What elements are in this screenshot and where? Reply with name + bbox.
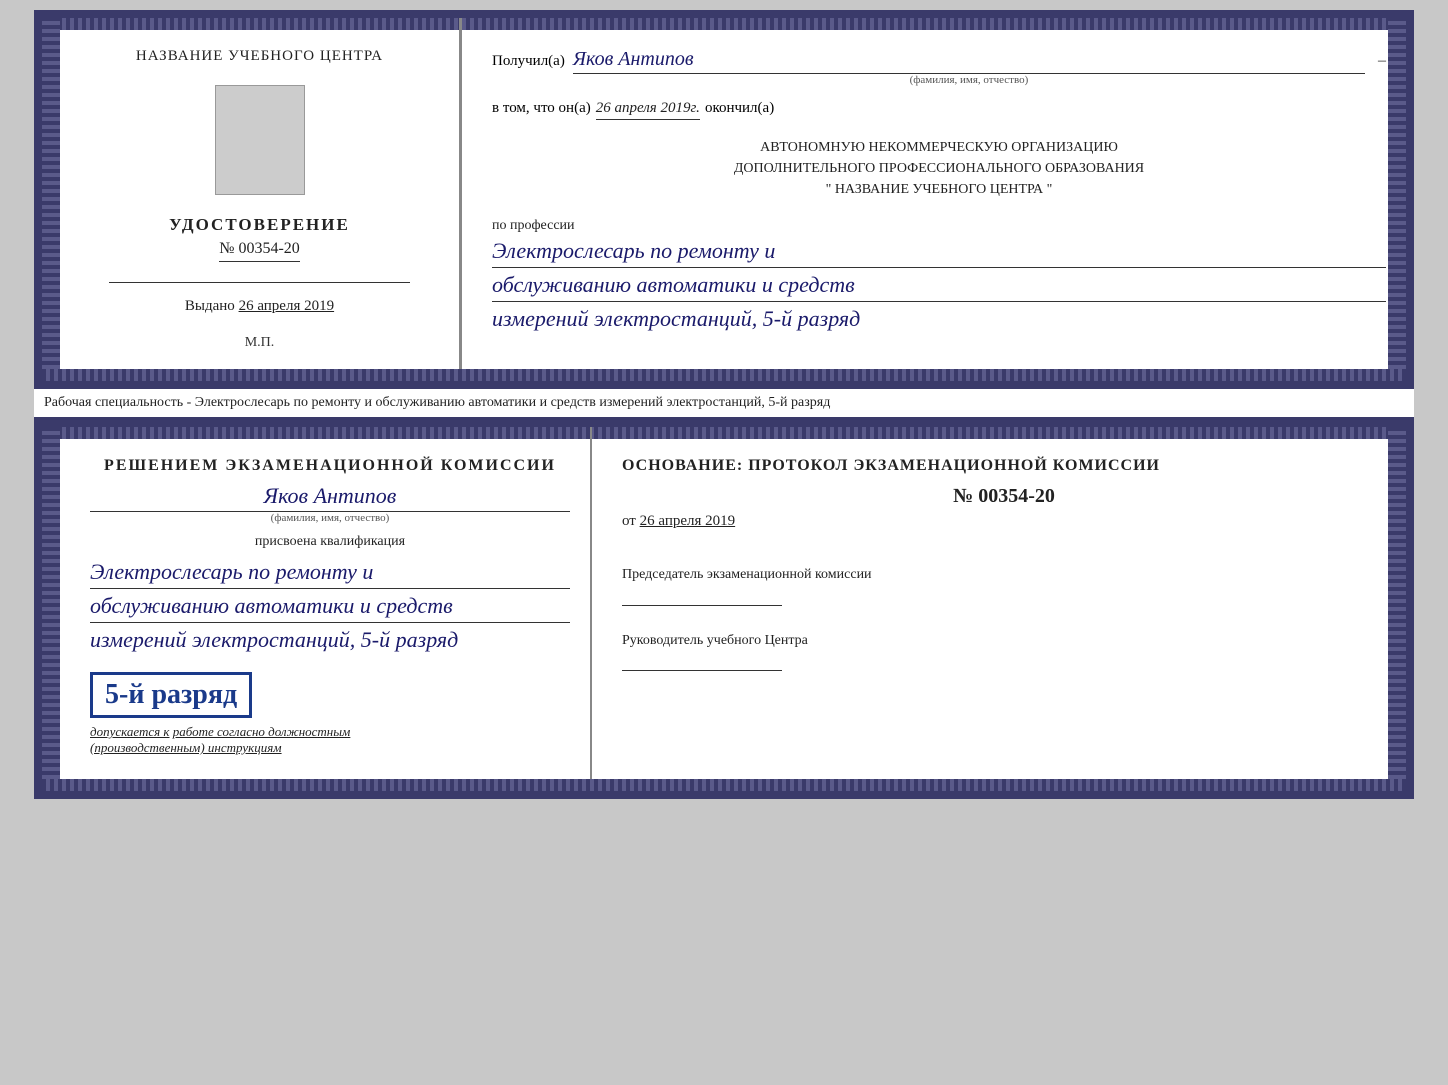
head-label: Руководитель учебного Центра: [622, 631, 1386, 651]
cert-stamp: М.П.: [245, 335, 275, 351]
certify-label: в том, что он(а): [492, 100, 591, 117]
bottom-certificate: Решением экзаменационной комиссии Яков А…: [34, 419, 1414, 799]
top-certificate: НАЗВАНИЕ УЧЕБНОГО ЦЕНТРА УДОСТОВЕРЕНИЕ №…: [34, 10, 1414, 389]
recipient-name: Яков Антипов: [573, 48, 1365, 74]
org-line2: ДОПОЛНИТЕЛЬНОГО ПРОФЕССИОНАЛЬНОГО ОБРАЗО…: [492, 158, 1386, 179]
profession-line3: измерений электростанций, 5-й разряд: [492, 302, 1386, 335]
allowed-work: допускается к работе согласно должностны…: [90, 724, 570, 756]
profession-line2: обслуживанию автоматики и средств: [492, 268, 1386, 302]
cert-left-panel: НАЗВАНИЕ УЧЕБНОГО ЦЕНТРА УДОСТОВЕРЕНИЕ №…: [42, 18, 462, 381]
right-stripes-top: [1388, 18, 1406, 381]
protocol-date-value: 26 апреля 2019: [640, 513, 736, 529]
protocol-date: от 26 апреля 2019: [622, 513, 1386, 530]
qual-line3: измерений электростанций, 5-й разряд: [90, 623, 570, 656]
qual-line2: обслуживанию автоматики и средств: [90, 589, 570, 623]
left-stripes: [42, 18, 60, 381]
person-name-bottom: Яков Антипов: [90, 483, 570, 512]
qual-line1: Электрослесарь по ремонту и: [90, 555, 570, 589]
allowed-underline: работе согласно должностным: [173, 724, 351, 739]
allowed-text: допускается к: [90, 724, 170, 739]
specialty-text-content: Рабочая специальность - Электрослесарь п…: [44, 395, 830, 410]
assigned-label: присвоена квалификация: [90, 534, 570, 550]
dash: –: [1378, 52, 1386, 70]
cert-right-panel: Получил(а) Яков Антипов (фамилия, имя, о…: [462, 18, 1406, 381]
allowed-italic: (производственным) инструкциям: [90, 740, 282, 755]
profession-label: по профессии: [492, 218, 1386, 234]
right-stripes-bottom: [1388, 427, 1406, 791]
decision-label: Решением экзаменационной комиссии: [90, 457, 570, 475]
basis-label: Основание: протокол экзаменационной коми…: [622, 457, 1386, 475]
date-line: в том, что он(а) 26 апреля 2019г. окончи…: [492, 100, 1386, 120]
cert-issued: Выдано 26 апреля 2019: [185, 298, 334, 315]
received-label: Получил(а): [492, 53, 565, 70]
left-stripes-bottom: [42, 427, 60, 791]
head-sig-line: [622, 670, 782, 671]
cert-number: № 00354-20: [219, 240, 300, 262]
protocol-number: № 00354-20: [622, 485, 1386, 508]
specialty-separator: Рабочая специальность - Электрослесарь п…: [34, 389, 1414, 419]
issued-date: 26 апреля 2019: [239, 298, 335, 314]
head-section: Руководитель учебного Центра: [622, 621, 1386, 677]
person-sublabel-bottom: (фамилия, имя, отчество): [90, 512, 570, 524]
rank-badge: 5-й разряд: [90, 672, 252, 718]
org-full-name: АВТОНОМНУЮ НЕКОММЕРЧЕСКУЮ ОРГАНИЗАЦИЮ ДО…: [492, 137, 1386, 200]
document-wrapper: НАЗВАНИЕ УЧЕБНОГО ЦЕНТРА УДОСТОВЕРЕНИЕ №…: [34, 10, 1414, 799]
chairman-label: Председатель экзаменационной комиссии: [622, 565, 1386, 585]
cert-title: УДОСТОВЕРЕНИЕ: [169, 215, 350, 235]
recipient-sublabel: (фамилия, имя, отчество): [573, 74, 1365, 86]
chairman-section: Председатель экзаменационной комиссии: [622, 555, 1386, 611]
cert-bottom-left-panel: Решением экзаменационной комиссии Яков А…: [42, 427, 592, 791]
chairman-sig-line: [622, 605, 782, 606]
org-line1: АВТОНОМНУЮ НЕКОММЕРЧЕСКУЮ ОРГАНИЗАЦИЮ: [492, 137, 1386, 158]
photo-placeholder: [215, 85, 305, 195]
org-line3: " НАЗВАНИЕ УЧЕБНОГО ЦЕНТРА ": [492, 179, 1386, 200]
issued-label: Выдано: [185, 298, 235, 314]
left-org-name: НАЗВАНИЕ УЧЕБНОГО ЦЕНТРА: [136, 48, 383, 65]
protocol-date-prefix: от: [622, 513, 636, 529]
cert-bottom-right-panel: Основание: протокол экзаменационной коми…: [592, 427, 1406, 791]
profession-line1: Электрослесарь по ремонту и: [492, 234, 1386, 268]
certify-date: 26 апреля 2019г.: [596, 100, 700, 120]
finished-label: окончил(а): [705, 100, 774, 117]
